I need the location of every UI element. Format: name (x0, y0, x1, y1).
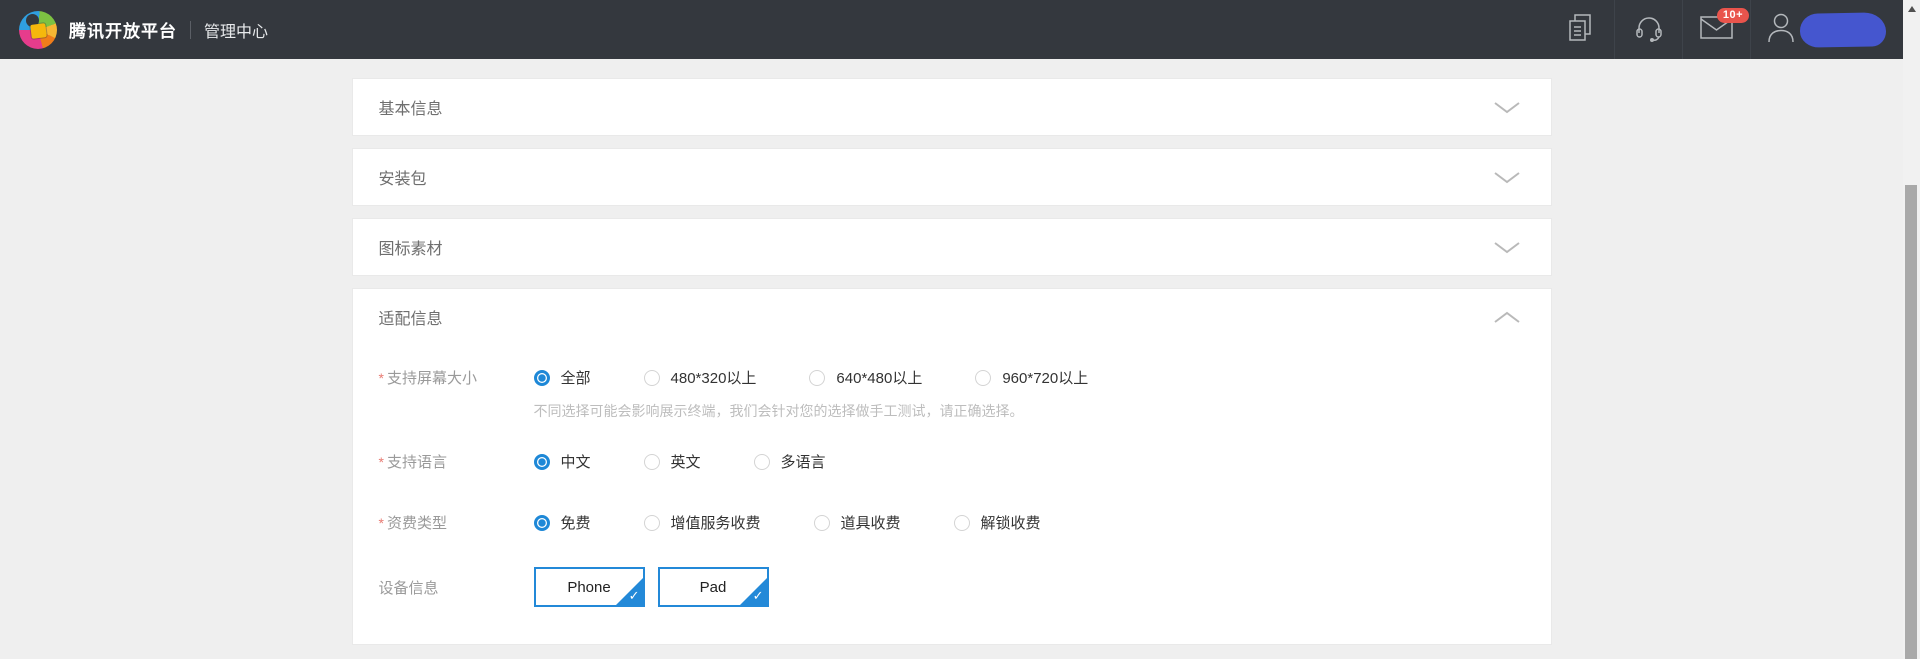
panel-title: 安装包 (378, 171, 427, 188)
radio-option-label: 480*320以上 (670, 370, 757, 387)
radio-option-language-multilingual[interactable]: 多语言 (753, 451, 826, 472)
field-label-text: 设备信息 (378, 579, 439, 597)
form-row-fee-type: * 资费类型 免费 增值服务收费 道具收费 解锁收费 (379, 512, 1551, 533)
field-label-device-info: 设备信息 (379, 577, 534, 598)
radio-option-screen-size-all[interactable]: 全部 (533, 367, 591, 388)
radio-option-fee-type-unlock[interactable]: 解锁收费 (953, 512, 1041, 533)
panel-title: 适配信息 (378, 311, 443, 328)
panel-adaptation: 适配信息 * 支持屏幕大小 全部 480*320以上 640*480以上 960*720以上… (351, 288, 1552, 645)
radio-option-screen-size-960x720[interactable]: 960*720以上 (975, 367, 1088, 388)
user-name-redaction-blob (1799, 11, 1887, 48)
chevron-down-icon[interactable] (1493, 100, 1521, 115)
field-label-screen-size: * 支持屏幕大小 (379, 367, 534, 388)
top-nav-bar: 腾讯开放平台 管理中心 10+ (0, 0, 1920, 59)
check-icon: ✓ (628, 588, 640, 603)
support-button[interactable] (1614, 0, 1682, 59)
radio-option-label: 解锁收费 (980, 515, 1041, 532)
radio-selected-icon[interactable] (533, 369, 550, 386)
field-label-language: * 支持语言 (379, 451, 534, 472)
device-button-label: Phone (567, 578, 611, 596)
scrollbar[interactable] (1903, 0, 1920, 659)
brand-title[interactable]: 腾讯开放平台 (69, 17, 177, 42)
user-icon (1765, 10, 1797, 49)
documents-button[interactable] (1546, 0, 1614, 59)
radio-option-label: 960*720以上 (1002, 370, 1089, 387)
radio-option-fee-type-props[interactable]: 道具收费 (813, 512, 901, 533)
panel-title: 基本信息 (378, 101, 443, 118)
radio-option-label: 中文 (560, 454, 591, 471)
form-row-device-info: 设备信息 Phone ✓ Pad ✓ (379, 567, 1551, 607)
panel-body-adaptation: * 支持屏幕大小 全部 480*320以上 640*480以上 960*720以上 不同选择… (353, 345, 1551, 644)
radio-option-screen-size-640x480[interactable]: 640*480以上 (809, 367, 922, 388)
panel-package: 安装包 (351, 148, 1552, 206)
user-account-button[interactable] (1750, 0, 1890, 59)
page-content: 基本信息 安装包 图标素材 适配信息 * 支持屏幕大小 全部 480*320以上 640*480… (0, 59, 1903, 657)
radio-selected-icon[interactable] (533, 453, 550, 470)
radio-option-language-english[interactable]: 英文 (643, 451, 701, 472)
radio-option-fee-type-free[interactable]: 免费 (533, 512, 591, 533)
panel-title: 图标素材 (378, 241, 443, 258)
required-asterisk: * (378, 454, 384, 470)
panel-icon-assets: 图标素材 (351, 218, 1552, 276)
form-row-screen-size: * 支持屏幕大小 全部 480*320以上 640*480以上 960*720以上 (379, 367, 1551, 388)
form-row-language: * 支持语言 中文 英文 多语言 (379, 451, 1551, 472)
radio-selected-icon[interactable] (533, 514, 550, 531)
device-phone-button[interactable]: Phone ✓ (533, 567, 645, 607)
chevron-down-icon[interactable] (1493, 170, 1521, 185)
field-label-fee-type: * 资费类型 (379, 512, 534, 533)
radio-option-screen-size-480x320[interactable]: 480*320以上 (643, 367, 757, 388)
header-actions: 10+ (1546, 0, 1890, 59)
chevron-up-icon[interactable] (1493, 310, 1521, 325)
field-label-text: 支持屏幕大小 (386, 370, 477, 387)
device-pad-button[interactable]: Pad ✓ (657, 567, 769, 607)
panel-header-adaptation[interactable]: 适配信息 (353, 289, 1551, 345)
radio-option-label: 多语言 (780, 454, 826, 471)
radio-unselected-icon[interactable] (643, 514, 660, 531)
tencent-open-platform-logo-icon[interactable] (19, 10, 57, 49)
radio-unselected-icon[interactable] (953, 514, 970, 531)
field-label-text: 资费类型 (386, 515, 447, 532)
radio-unselected-icon[interactable] (753, 453, 770, 470)
unread-count-badge: 10+ (1716, 8, 1749, 23)
radio-unselected-icon[interactable] (643, 453, 660, 470)
radio-unselected-icon[interactable] (813, 514, 830, 531)
brand-area: 腾讯开放平台 管理中心 (0, 10, 268, 49)
chevron-down-icon[interactable] (1493, 240, 1521, 255)
check-icon: ✓ (752, 588, 764, 603)
brand-divider (190, 20, 191, 39)
headset-icon (1632, 12, 1666, 48)
nav-title-management-center[interactable]: 管理中心 (204, 18, 268, 42)
panel-basic-info: 基本信息 (351, 78, 1552, 136)
radio-option-label: 道具收费 (840, 515, 901, 532)
field-note-screen-size: 不同选择可能会影响展示终端，我们会针对您的选择做手工测试，请正确选择。 (533, 403, 1024, 419)
panel-header-package[interactable]: 安装包 (353, 149, 1551, 205)
panel-header-basic-info[interactable]: 基本信息 (353, 79, 1551, 135)
radio-unselected-icon[interactable] (643, 369, 660, 386)
radio-option-label: 全部 (560, 370, 591, 387)
radio-option-label: 640*480以上 (836, 370, 923, 387)
radio-option-label: 免费 (560, 515, 591, 532)
panel-header-icon-assets[interactable]: 图标素材 (353, 219, 1551, 275)
radio-option-label: 增值服务收费 (670, 515, 761, 532)
radio-option-fee-type-value-added[interactable]: 增值服务收费 (643, 512, 761, 533)
accordion-panels: 基本信息 安装包 图标素材 适配信息 * 支持屏幕大小 全部 480*320以上 640*480… (351, 78, 1552, 645)
radio-option-language-chinese[interactable]: 中文 (533, 451, 591, 472)
scroll-up-arrow-icon[interactable] (1907, 6, 1916, 12)
required-asterisk: * (378, 370, 384, 386)
messages-button[interactable]: 10+ (1682, 0, 1750, 59)
documents-icon (1565, 12, 1595, 48)
radio-option-label: 英文 (670, 454, 701, 471)
scrollbar-thumb[interactable] (1905, 185, 1917, 659)
field-label-text: 支持语言 (386, 454, 447, 471)
device-button-label: Pad (699, 578, 727, 596)
required-asterisk: * (378, 515, 384, 531)
radio-unselected-icon[interactable] (809, 369, 826, 386)
radio-unselected-icon[interactable] (975, 369, 992, 386)
